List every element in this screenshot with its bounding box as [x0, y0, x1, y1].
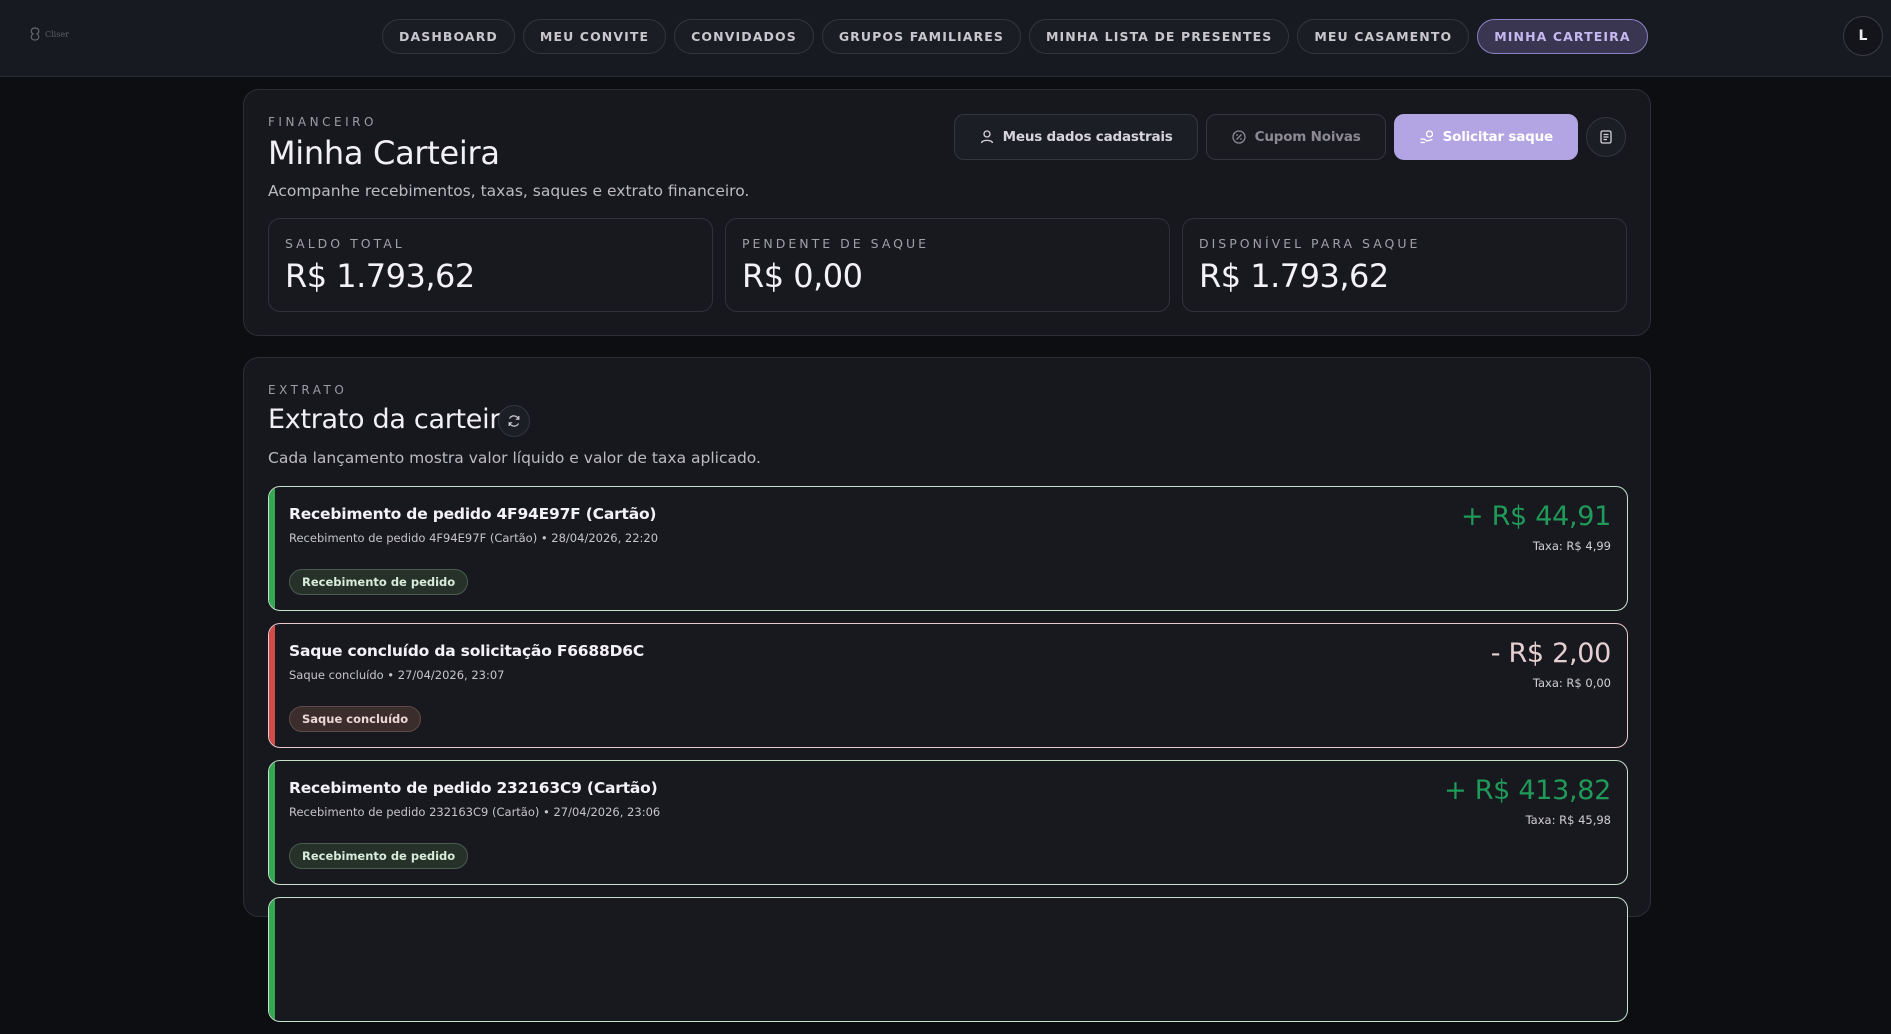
statement-title: Extrato da carteira	[268, 404, 517, 435]
document-icon	[1600, 130, 1612, 144]
main-nav: DASHBOARD MEU CONVITE CONVIDADOS GRUPOS …	[382, 19, 1648, 54]
transaction-badge: Recebimento de pedido	[289, 843, 469, 869]
transaction-title: Saque concluído da solicitação F6688D6C	[289, 642, 644, 660]
transaction-amount: + R$ 44,91	[1460, 501, 1611, 532]
transaction-meta: Recebimento de pedido 4F94E97F (Cartão) …	[289, 531, 659, 545]
stat-label: SALDO TOTAL	[285, 236, 405, 251]
wallet-statement-card: EXTRATO Extrato da carteira Cada lançame…	[243, 357, 1651, 1022]
nav-item-lista-de-presentes[interactable]: MINHA LISTA DE PRESENTES	[1029, 19, 1290, 54]
coupon-button[interactable]: Cupom Noivas	[1205, 114, 1386, 160]
stat-value: R$ 0,00	[742, 257, 863, 295]
money-hand-icon	[1420, 130, 1433, 144]
section-eyebrow: FINANCEIRO	[268, 115, 377, 129]
top-navigation-bar: Cliser DASHBOARD MEU CONVITE CONVIDADOS …	[0, 0, 1891, 77]
refresh-icon	[508, 415, 520, 427]
user-icon	[980, 130, 993, 144]
nav-item-convidados[interactable]: CONVIDADOS	[674, 19, 814, 54]
page-subtitle: Acompanhe recebimentos, taxas, saques e …	[268, 182, 750, 200]
transaction-amount: - R$ 2,00	[1490, 638, 1612, 669]
transaction-item[interactable]	[268, 897, 1628, 1022]
transaction-title: Recebimento de pedido 232163C9 (Cartão)	[289, 779, 658, 797]
transaction-badge: Recebimento de pedido	[289, 569, 469, 595]
stat-disponivel-para-saque: DISPONÍVEL PARA SAQUE R$ 1.793,62	[1182, 218, 1627, 312]
profile-data-button[interactable]: Meus dados cadastrais	[953, 114, 1198, 160]
refresh-button[interactable]	[498, 405, 530, 437]
nav-item-meu-casamento[interactable]: MEU CASAMENTO	[1297, 19, 1470, 54]
transaction-title: Recebimento de pedido 4F94E97F (Cartão)	[289, 505, 657, 523]
wallet-actions: Meus dados cadastrais Cupom Noivas Solic…	[953, 114, 1626, 160]
nav-item-meu-convite[interactable]: MEU CONVITE	[522, 19, 667, 54]
transaction-fee: Taxa: R$ 45,98	[1525, 813, 1611, 827]
nav-item-minha-carteira[interactable]: MINHA CARTEIRA	[1477, 19, 1648, 54]
wallet-summary-card: FINANCEIRO Minha Carteira Acompanhe rece…	[243, 89, 1651, 336]
stat-value: R$ 1.793,62	[1199, 257, 1389, 295]
logo-mark-icon	[30, 27, 40, 41]
transaction-amount: + R$ 413,82	[1444, 775, 1611, 806]
page-title: Minha Carteira	[268, 134, 500, 172]
stat-saldo-total: SALDO TOTAL R$ 1.793,62	[268, 218, 713, 312]
user-avatar[interactable]: L	[1843, 16, 1883, 56]
coupon-label: Cupom Noivas	[1254, 129, 1361, 145]
profile-data-label: Meus dados cadastrais	[1002, 129, 1173, 145]
nav-item-dashboard[interactable]: DASHBOARD	[382, 19, 515, 54]
stat-pendente-de-saque: PENDENTE DE SAQUE R$ 0,00	[725, 218, 1170, 312]
transaction-item[interactable]: Saque concluído da solicitação F6688D6C …	[268, 623, 1628, 748]
request-withdraw-button[interactable]: Solicitar saque	[1393, 114, 1578, 160]
transaction-meta: Saque concluído • 27/04/2026, 23:07	[289, 668, 505, 682]
stat-value: R$ 1.793,62	[285, 257, 475, 295]
section-eyebrow: EXTRATO	[268, 383, 348, 397]
nav-item-grupos-familiares[interactable]: GRUPOS FAMILIARES	[821, 19, 1022, 54]
balance-stats: SALDO TOTAL R$ 1.793,62 PENDENTE DE SAQU…	[268, 218, 1627, 312]
request-withdraw-label: Solicitar saque	[1442, 129, 1554, 145]
transaction-item[interactable]: Recebimento de pedido 4F94E97F (Cartão) …	[268, 486, 1628, 611]
transaction-list: Recebimento de pedido 4F94E97F (Cartão) …	[268, 486, 1628, 1034]
statement-subtitle: Cada lançamento mostra valor líquido e v…	[268, 449, 761, 467]
stat-label: PENDENTE DE SAQUE	[742, 236, 930, 251]
coupon-icon	[1231, 130, 1246, 144]
transaction-meta: Recebimento de pedido 232163C9 (Cartão) …	[289, 805, 661, 819]
transaction-item[interactable]: Recebimento de pedido 232163C9 (Cartão) …	[268, 760, 1628, 885]
transaction-fee: Taxa: R$ 0,00	[1532, 676, 1611, 690]
transaction-fee: Taxa: R$ 4,99	[1532, 539, 1611, 553]
stat-label: DISPONÍVEL PARA SAQUE	[1199, 236, 1421, 251]
transaction-badge: Saque concluído	[289, 706, 422, 732]
statement-button[interactable]	[1586, 117, 1626, 157]
logo-text: Cliser	[45, 29, 69, 39]
brand-logo[interactable]: Cliser	[28, 24, 70, 44]
